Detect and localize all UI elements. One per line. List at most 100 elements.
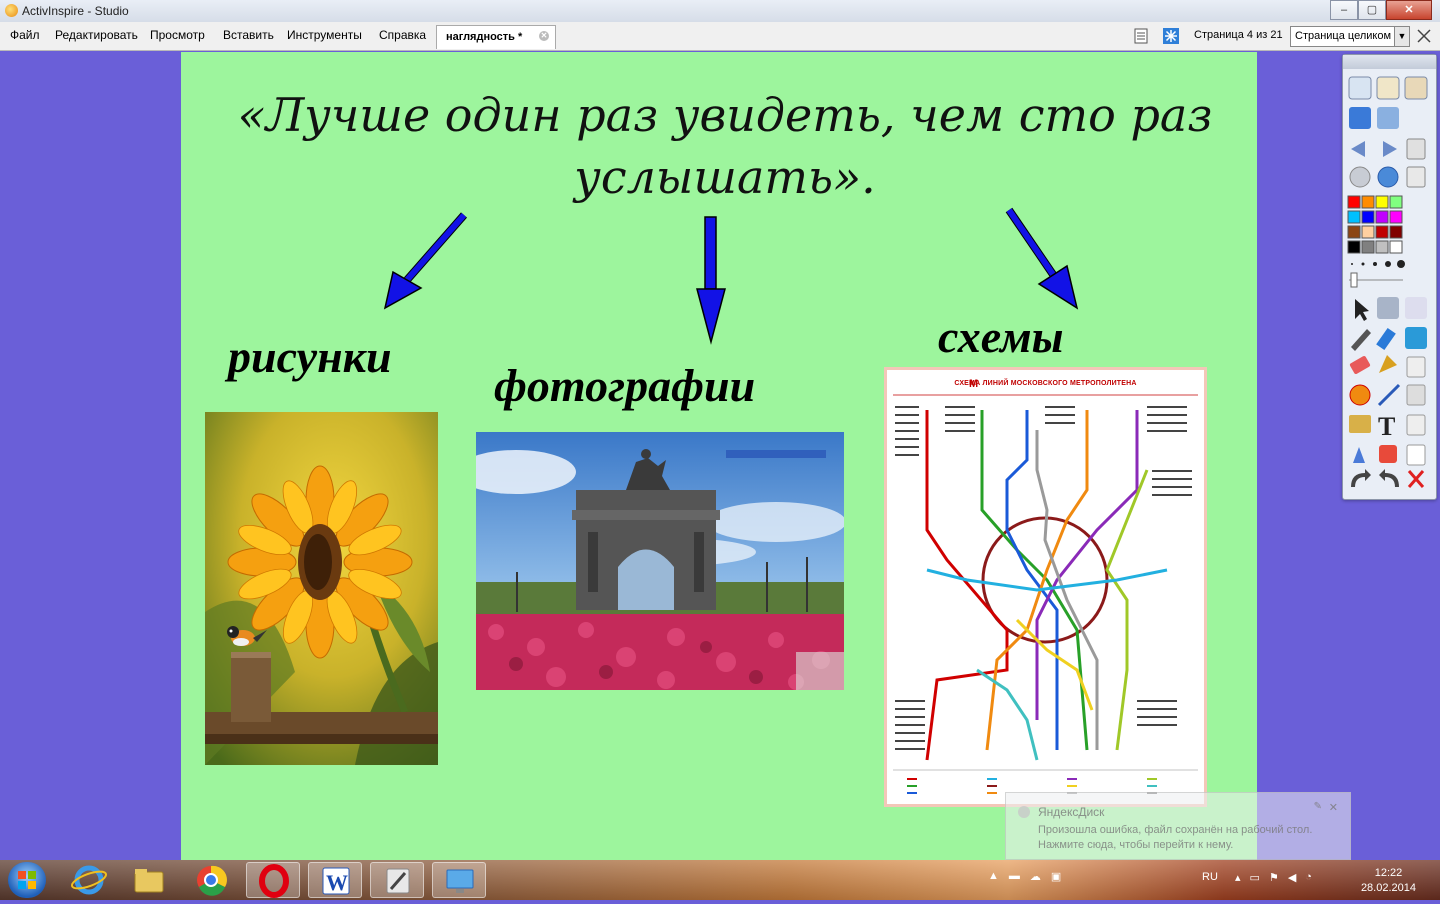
zoom-select-value: Страница целиком	[1295, 30, 1392, 42]
label-drawings[interactable]: рисунки	[228, 330, 392, 383]
info-icon	[1018, 806, 1030, 818]
language-indicator[interactable]: RU	[1202, 871, 1218, 883]
opera-icon[interactable]	[246, 862, 300, 898]
menu-tools[interactable]: Инструменты	[287, 28, 362, 42]
shapes-icon	[1349, 384, 1371, 406]
reset-page-icon	[1406, 138, 1426, 160]
magic-ink-icon	[1405, 327, 1427, 349]
word-icon[interactable]: W	[308, 862, 362, 898]
text-icon: T	[1378, 412, 1395, 441]
maximize-button[interactable]: ▢	[1358, 0, 1386, 20]
menu-help[interactable]: Справка	[379, 28, 426, 42]
yandex-disk-notification[interactable]: ЯндексДиск Произошла ошибка, файл сохран…	[1005, 792, 1351, 860]
window-controls: – ▢ ✕	[1330, 0, 1432, 20]
clock[interactable]: 12:22 28.02.2014	[1361, 866, 1416, 896]
title-bar: ActivInspire - Studio – ▢ ✕	[0, 0, 1440, 22]
close-notification-icon[interactable]: ✕	[1329, 801, 1338, 814]
close-palette-icon	[1407, 470, 1425, 488]
fullscreen-icon[interactable]	[1416, 28, 1432, 44]
menu-insert[interactable]: Вставить	[223, 28, 274, 42]
spotlight-icon	[1353, 447, 1365, 463]
sunflower-painting[interactable]	[205, 412, 438, 765]
previous-page-icon	[1351, 141, 1365, 157]
label-photos[interactable]: фотографии	[494, 359, 755, 412]
camera-icon	[1349, 415, 1371, 433]
system-tray[interactable]: ▴ ▭ ⚑ ◀ ◔	[1235, 871, 1312, 884]
chevron-down-icon[interactable]: ▼	[1394, 27, 1409, 46]
zoom-select[interactable]: Страница целиком ▼	[1290, 26, 1410, 47]
label-schemes[interactable]: схемы	[938, 310, 1064, 363]
desktop-tools-icon	[1377, 107, 1399, 129]
taskbar: W ▲ ▬ ☁ ▣ RU ▴ ▭ ⚑ ◀ ◔ 12:22 28.02.2014	[0, 860, 1440, 900]
snowflake-icon[interactable]	[1163, 28, 1179, 44]
tray-app-icon-1[interactable]: ▲	[988, 870, 999, 883]
select-icon	[1355, 299, 1369, 321]
close-button[interactable]: ✕	[1386, 0, 1432, 20]
tray-app-icon-2[interactable]: ▬	[1009, 870, 1020, 883]
pen-width-selector[interactable]	[1349, 260, 1405, 288]
lock-icon	[1406, 356, 1426, 378]
arrow-left[interactable]	[383, 212, 468, 310]
file-explorer-icon[interactable]	[122, 862, 176, 898]
tray-app-icon-4[interactable]: ▣	[1051, 870, 1061, 883]
volume-icon[interactable]: ◀	[1288, 871, 1296, 884]
internet-explorer-icon[interactable]	[62, 862, 116, 898]
main-menu-icon	[1348, 76, 1372, 100]
minimize-button[interactable]: –	[1330, 0, 1358, 20]
desktop-icon[interactable]	[432, 862, 486, 898]
palette-tools[interactable]	[1348, 76, 1428, 188]
multi-select-icon	[1405, 297, 1427, 319]
play-icon	[1349, 166, 1371, 188]
activinspire-icon[interactable]	[370, 862, 424, 898]
arrow-right[interactable]	[1005, 207, 1079, 310]
tool-palette[interactable]: T	[1342, 54, 1437, 500]
close-tab-icon[interactable]: ✕	[539, 31, 549, 41]
menu-edit[interactable]: Редактировать	[55, 28, 138, 42]
menu-bar: Файл Редактировать Просмотр Вставить Инс…	[0, 22, 1440, 51]
windows-logo-icon	[18, 871, 36, 889]
pen-tool-icon	[1351, 329, 1371, 351]
undo-icon	[1351, 469, 1371, 487]
pin-icon[interactable]: ✎	[1314, 801, 1322, 812]
arrow-middle[interactable]	[696, 216, 726, 345]
desktop-annotate-icon	[1349, 107, 1371, 129]
show-hidden-icons-icon[interactable]: ▴	[1235, 871, 1241, 884]
clear-icon	[1406, 166, 1426, 188]
page-icon	[1406, 384, 1426, 406]
flipchart-page[interactable]: «Лучше один раз увидеть, чем сто раз усл…	[181, 52, 1257, 860]
browsers-icon	[1376, 76, 1400, 100]
color-palette[interactable]	[1347, 195, 1403, 254]
activinspire-app-icon	[5, 4, 18, 17]
tray-icons[interactable]: ▲ ▬ ☁ ▣	[988, 870, 1061, 883]
note-icon	[1406, 444, 1426, 466]
drawing-tools[interactable]: T	[1349, 297, 1427, 488]
start-button[interactable]	[8, 862, 46, 898]
chrome-icon[interactable]	[184, 862, 238, 898]
insert-icon	[1406, 414, 1426, 436]
triumphal-arch-photo[interactable]	[476, 432, 844, 690]
action-center-flag-icon[interactable]: ⚑	[1269, 871, 1279, 884]
web-icon	[1377, 166, 1399, 188]
document-tab-label: наглядность *	[446, 31, 523, 43]
menu-view[interactable]: Просмотр	[150, 28, 205, 42]
menu-file[interactable]: Файл	[10, 28, 40, 42]
metro-map[interactable]: М СХЕМА ЛИНИЙ МОСКОВСКОГО МЕТРОПОЛИТЕНА	[884, 367, 1207, 807]
tools-icon	[1377, 297, 1399, 319]
refresh-icon	[1379, 445, 1397, 463]
notification-title: ЯндексДиск	[1038, 805, 1105, 819]
fill-icon	[1379, 355, 1397, 373]
window-title: ActivInspire - Studio	[22, 4, 129, 18]
svg-text:W: W	[326, 870, 348, 895]
pen-icon	[1404, 76, 1428, 100]
clock-time: 12:22	[1374, 867, 1403, 879]
network-icon[interactable]: ▭	[1250, 871, 1260, 884]
highlighter-icon	[1376, 327, 1396, 351]
document-tab[interactable]: наглядность * ✕	[436, 25, 556, 49]
tray-app-icon-3[interactable]: ☁	[1030, 870, 1041, 883]
connection-icon[interactable]: ◔	[1305, 871, 1312, 884]
next-page-icon	[1383, 141, 1397, 157]
page-view-icon[interactable]	[1133, 28, 1149, 44]
eraser-icon	[1349, 356, 1371, 374]
redo-icon	[1379, 469, 1399, 487]
connector-icon	[1377, 383, 1401, 407]
